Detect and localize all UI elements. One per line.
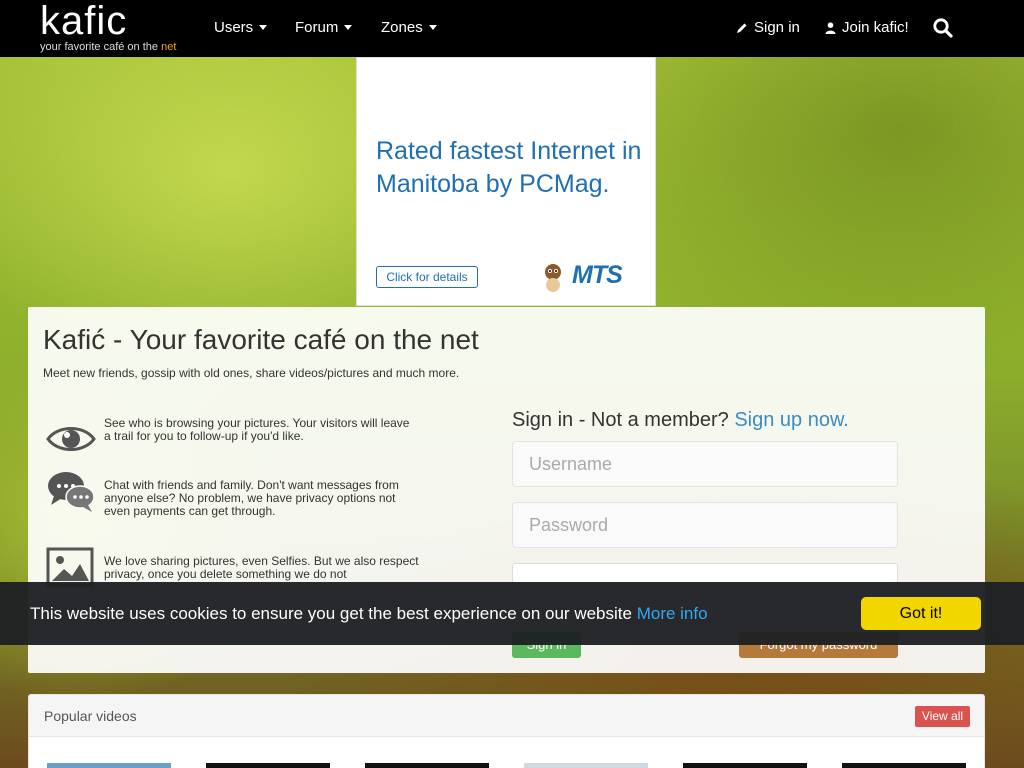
logo-word: kafic [40, 0, 128, 43]
ad-details-button[interactable]: Click for details [376, 266, 478, 288]
nav-zones-dropdown[interactable]: Zones [381, 19, 437, 36]
chevron-down-icon [428, 25, 437, 30]
cookie-accept-button[interactable]: Got it! [861, 597, 981, 630]
signin-heading-text: Sign in - Not a member? [512, 409, 729, 431]
video-thumbnail[interactable] [47, 763, 171, 768]
video-thumbnail[interactable] [842, 763, 966, 768]
popular-videos-title: Popular videos [44, 708, 137, 724]
feature-pictures-text: We love sharing pictures, even Selfies. … [104, 554, 419, 581]
nav-join-link[interactable]: Join kafic! [825, 19, 909, 36]
nav-users-label: Users [214, 19, 254, 36]
logo-tagline: your favorite café on the net [40, 41, 176, 53]
feature-visitors-text: See who is browsing your pictures. Your … [104, 416, 410, 443]
feature-chat: Chat with friends and family. Don't want… [46, 469, 419, 518]
page-subtitle: Meet new friends, gossip with old ones, … [43, 366, 460, 380]
nav-forum-dropdown[interactable]: Forum [295, 19, 353, 36]
logo-tagline-main: your favorite café on the [40, 41, 162, 53]
signin-heading: Sign in - Not a member? Sign up now. [512, 409, 849, 432]
password-input[interactable] [512, 502, 898, 548]
cookie-consent-bar: This website uses cookies to ensure you … [0, 582, 1024, 645]
video-thumbnail[interactable] [365, 763, 489, 768]
chevron-down-icon [259, 25, 268, 30]
nav-zones-label: Zones [381, 19, 423, 36]
video-thumbnail[interactable] [524, 763, 648, 768]
search-icon[interactable] [932, 17, 954, 39]
nav-sign-in-label: Sign in [754, 19, 800, 36]
chevron-down-icon [344, 25, 353, 30]
mascot-icon [545, 264, 561, 292]
popular-videos-panel: Popular videos View all [28, 694, 985, 768]
nav-join-label: Join kafic! [842, 19, 909, 36]
username-input[interactable] [512, 441, 898, 487]
popular-videos-header: Popular videos View all [29, 695, 984, 737]
nav-forum-label: Forum [295, 19, 339, 36]
ad-headline: Rated fastest Internet in Manitoba by PC… [376, 137, 642, 198]
page-title: Kafić - Your favorite café on the net [43, 324, 479, 355]
logo-tagline-accent: net [161, 41, 177, 53]
chat-icon [48, 472, 95, 512]
site-logo[interactable]: kafic your favorite café on the net [40, 0, 176, 53]
eye-icon [46, 427, 96, 451]
pencil-icon [737, 23, 747, 33]
cookie-more-info-link[interactable]: More info [637, 604, 708, 623]
user-icon [825, 21, 836, 34]
feature-chat-text: Chat with friends and family. Don't want… [104, 478, 399, 518]
nav-users-dropdown[interactable]: Users [214, 19, 268, 36]
ad-brand-logo: MTS [572, 261, 623, 289]
cookie-message: This website uses cookies to ensure you … [30, 604, 708, 624]
feature-visitors: See who is browsing your pictures. Your … [46, 417, 419, 461]
signup-link[interactable]: Sign up now. [734, 409, 849, 431]
advertisement-banner[interactable]: Rated fastest Internet in Manitoba by PC… [356, 57, 656, 306]
nav-sign-in-link[interactable]: Sign in [736, 19, 800, 36]
cookie-message-text: This website uses cookies to ensure you … [30, 604, 632, 623]
video-thumbnail[interactable] [683, 763, 807, 768]
top-navbar: kafic your favorite café on the net User… [0, 0, 1024, 57]
video-thumbnail[interactable] [206, 763, 330, 768]
view-all-button[interactable]: View all [915, 706, 970, 727]
